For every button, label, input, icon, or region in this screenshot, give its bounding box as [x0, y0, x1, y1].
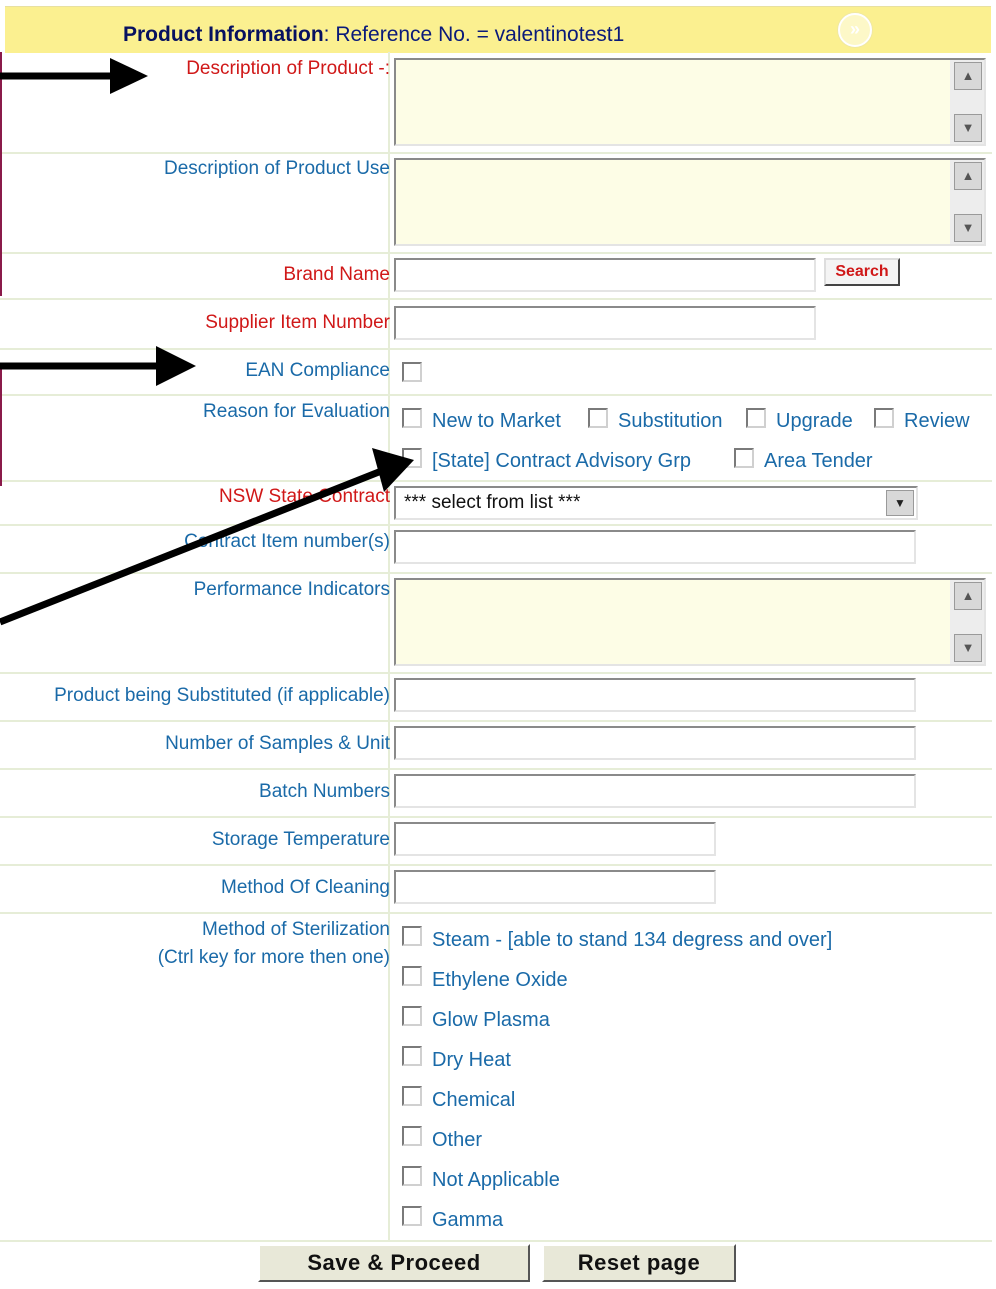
label-area-tender: Area Tender [764, 450, 873, 472]
checkbox-substitution[interactable] [588, 408, 608, 428]
label-reason-for-evaluation: Reason for Evaluation [203, 401, 390, 422]
reference-number: : Reference No. = valentinotest1 [323, 23, 625, 46]
row-ean [0, 348, 992, 396]
checkbox-area-tender[interactable] [734, 448, 754, 468]
product-being-substituted-input[interactable] [394, 678, 916, 712]
search-button[interactable]: Search [824, 258, 900, 286]
label-ean-compliance: EAN Compliance [245, 360, 390, 381]
checkbox-upgrade[interactable] [746, 408, 766, 428]
scroll-up-icon[interactable]: ▲ [954, 62, 982, 90]
number-of-samples-input[interactable] [394, 726, 916, 760]
checkbox-steam[interactable] [402, 926, 422, 946]
label-method-of-cleaning: Method Of Cleaning [221, 877, 390, 898]
label-state-contract-advisory: [State] Contract Advisory Grp [432, 450, 691, 472]
nsw-state-contract-select[interactable]: *** select from list *** ▼ [394, 486, 918, 520]
batch-numbers-input[interactable] [394, 774, 916, 808]
checkbox-new-to-market[interactable] [402, 408, 422, 428]
scroll-up-icon[interactable]: ▲ [954, 162, 982, 190]
description-of-product-textarea[interactable]: ▲ ▼ [394, 58, 986, 146]
double-chevron-right-icon[interactable]: » [838, 13, 872, 47]
scroll-down-icon[interactable]: ▼ [954, 114, 982, 142]
label-performance-indicators: Performance Indicators [193, 579, 390, 600]
label-nsw-state-contract: NSW State Contract [218, 486, 390, 507]
form-header: Product Information: Reference No. = val… [5, 6, 991, 53]
select-value: *** select from list *** [404, 492, 581, 513]
label-description-of-product: Description of Product -: [186, 58, 390, 79]
scroll-up-icon[interactable]: ▲ [954, 582, 982, 610]
checkbox-dry-heat[interactable] [402, 1046, 422, 1066]
description-of-product-use-textarea[interactable]: ▲ ▼ [394, 158, 986, 246]
title-bold: Product Information [123, 23, 324, 46]
chevron-down-icon[interactable]: ▼ [886, 490, 914, 516]
checkbox-glow-plasma[interactable] [402, 1006, 422, 1026]
checkbox-review[interactable] [874, 408, 894, 428]
storage-temperature-input[interactable] [394, 822, 716, 856]
supplier-item-number-input[interactable] [394, 306, 816, 340]
save-and-proceed-button[interactable]: Save & Proceed [258, 1244, 530, 1282]
label-not-applicable: Not Applicable [432, 1169, 560, 1191]
label-storage-temperature: Storage Temperature [211, 829, 390, 850]
scroll-down-icon[interactable]: ▼ [954, 214, 982, 242]
checkbox-gamma[interactable] [402, 1206, 422, 1226]
performance-indicators-textarea[interactable]: ▲ ▼ [394, 578, 986, 666]
label-other: Other [432, 1129, 483, 1151]
contract-item-numbers-input[interactable] [394, 530, 916, 564]
label-supplier-item-number: Supplier Item Number [205, 312, 390, 333]
row-sterilization [0, 912, 992, 1242]
label-new-to-market: New to Market [432, 410, 561, 432]
scroll-down-icon[interactable]: ▼ [954, 634, 982, 662]
label-review: Review [904, 410, 970, 432]
label-contract-item-numbers: Contract Item number(s) [184, 531, 390, 552]
scrollbar[interactable]: ▲ ▼ [950, 160, 984, 244]
reset-page-button[interactable]: Reset page [542, 1244, 736, 1282]
label-gamma: Gamma [432, 1209, 504, 1231]
label-batch-numbers: Batch Numbers [259, 781, 390, 802]
label-steam: Steam - [able to stand 134 degress and o… [432, 929, 833, 951]
label-dry-heat: Dry Heat [432, 1049, 511, 1071]
label-method-of-sterilization: Method of Sterilization [202, 919, 390, 940]
page-title: Product Information: Reference No. = val… [123, 23, 624, 47]
scrollbar[interactable]: ▲ ▼ [950, 580, 984, 664]
label-substitution: Substitution [618, 410, 723, 432]
checkbox-chemical[interactable] [402, 1086, 422, 1106]
label-ethylene-oxide: Ethylene Oxide [432, 969, 568, 991]
label-upgrade: Upgrade [776, 410, 853, 432]
callout-box-1 [0, 52, 2, 296]
label-product-being-substituted: Product being Substituted (if applicable… [54, 685, 390, 706]
label-description-of-product-use: Description of Product Use [164, 158, 390, 179]
checkbox-state-contract-advisory[interactable] [402, 448, 422, 468]
label-sterilization-hint: (Ctrl key for more then one) [157, 947, 390, 968]
method-of-cleaning-input[interactable] [394, 870, 716, 904]
callout-box-2 [0, 366, 2, 486]
label-glow-plasma: Glow Plasma [432, 1009, 550, 1031]
column-divider [388, 52, 390, 1242]
scrollbar[interactable]: ▲ ▼ [950, 60, 984, 144]
label-brand-name: Brand Name [283, 264, 390, 285]
checkbox-other[interactable] [402, 1126, 422, 1146]
checkbox-ethylene-oxide[interactable] [402, 966, 422, 986]
checkbox-not-applicable[interactable] [402, 1166, 422, 1186]
label-chemical: Chemical [432, 1089, 516, 1111]
label-number-of-samples: Number of Samples & Unit [165, 733, 390, 754]
brand-name-input[interactable] [394, 258, 816, 292]
ean-compliance-checkbox[interactable] [402, 362, 422, 382]
